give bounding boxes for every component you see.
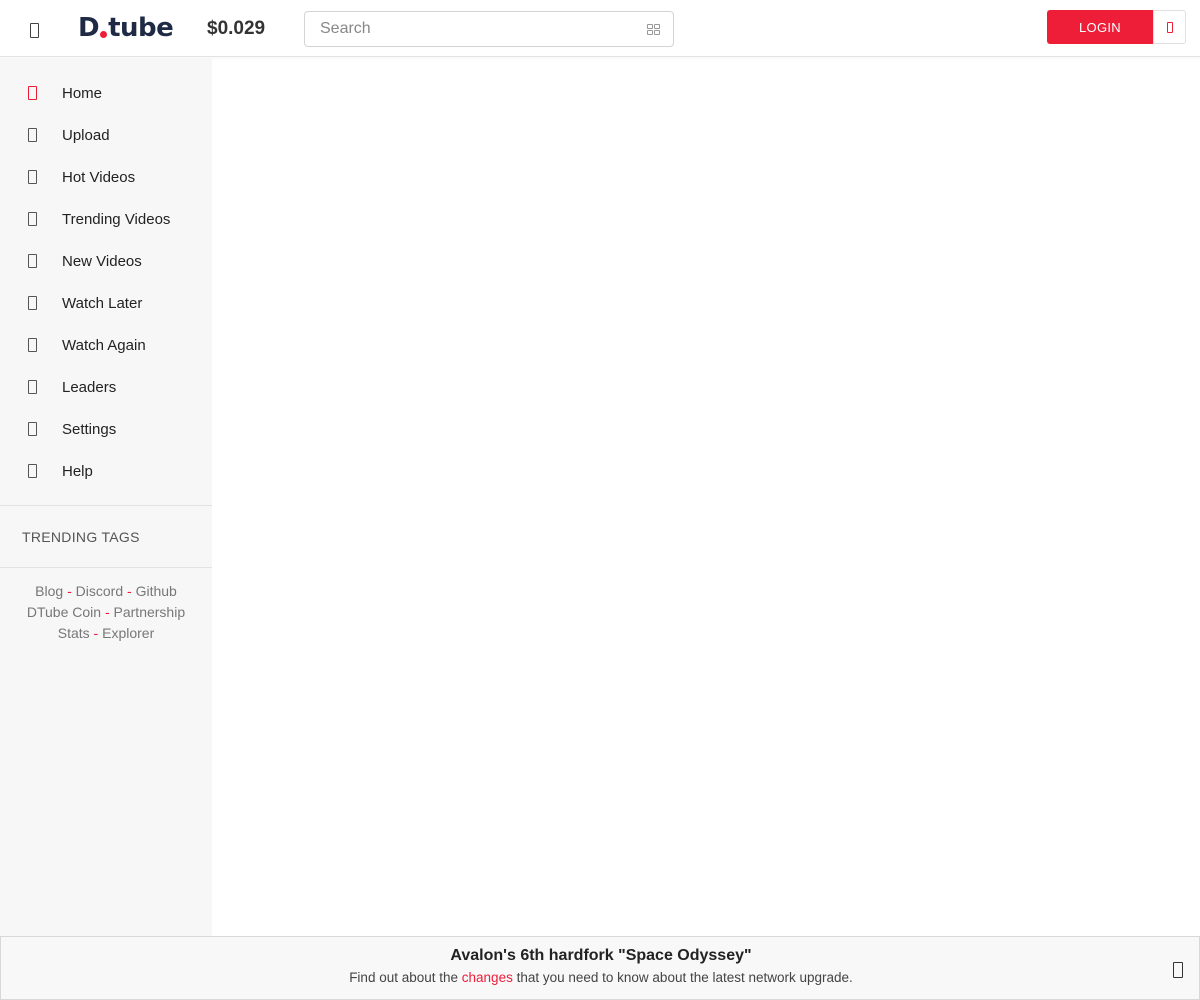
sidebar: Home Upload Hot Videos Trending Videos N…	[0, 58, 212, 936]
announcement-title: Avalon's 6th hardfork "Space Odyssey"	[450, 947, 752, 964]
link-separator: -	[127, 583, 132, 599]
search-input[interactable]	[305, 12, 625, 46]
logo-text: tube	[108, 13, 174, 43]
explorer-link[interactable]: Explorer	[102, 625, 154, 641]
partnership-link[interactable]: Partnership	[114, 604, 186, 620]
search-options-icon[interactable]	[647, 24, 660, 35]
announcement-text: Find out about the	[349, 970, 462, 985]
sidebar-item-label: Hot Videos	[62, 168, 136, 186]
home-icon	[0, 86, 62, 100]
sidebar-item-upload[interactable]: Upload	[0, 114, 212, 156]
discord-link[interactable]: Discord	[76, 583, 123, 599]
sidebar-item-trending-videos[interactable]: Trending Videos	[0, 198, 212, 240]
trophy-icon	[0, 380, 62, 394]
sidebar-item-label: Upload	[62, 126, 110, 144]
sidebar-item-label: Settings	[62, 420, 117, 438]
logo-dot	[100, 30, 108, 38]
trending-tags-heading: TRENDING TAGS	[22, 528, 140, 545]
new-icon	[0, 254, 62, 268]
sidebar-item-label: Trending Videos	[62, 210, 171, 228]
footer-links: Blog - Discord - Github DTube Coin - Par…	[0, 568, 212, 644]
announcement-body: Find out about the changes that you need…	[1, 970, 1200, 985]
close-icon[interactable]	[1171, 961, 1185, 979]
sidebar-item-settings[interactable]: Settings	[0, 408, 212, 450]
sidebar-item-watch-later[interactable]: Watch Later	[0, 282, 212, 324]
menu-toggle-icon[interactable]	[22, 18, 46, 42]
sidebar-item-label: Help	[62, 462, 93, 480]
link-separator: -	[93, 625, 99, 641]
sidebar-item-label: New Videos	[62, 252, 142, 270]
login-dropdown-icon[interactable]	[1153, 10, 1186, 44]
search-bar	[304, 11, 674, 47]
logo-letter: D	[78, 13, 100, 43]
sidebar-item-home[interactable]: Home	[0, 72, 212, 114]
sidebar-item-leaders[interactable]: Leaders	[0, 366, 212, 408]
gear-icon	[0, 422, 62, 436]
dtube-logo[interactable]: Dtube	[78, 13, 174, 43]
github-link[interactable]: Github	[136, 583, 177, 599]
sidebar-item-hot-videos[interactable]: Hot Videos	[0, 156, 212, 198]
link-separator: -	[104, 604, 110, 620]
announcement-text: that you need to know about the latest n…	[512, 970, 853, 985]
link-separator: -	[67, 583, 72, 599]
sidebar-item-label: Watch Again	[62, 336, 146, 354]
help-icon	[0, 464, 62, 478]
clock-icon	[0, 296, 62, 310]
sidebar-item-help[interactable]: Help	[0, 450, 212, 492]
login-button[interactable]: LOGIN	[1047, 10, 1153, 44]
announcement-banner: Avalon's 6th hardfork "Space Odyssey" Fi…	[0, 936, 1200, 1000]
top-header: Dtube $0.029 LOGIN	[0, 0, 1200, 57]
history-icon	[0, 338, 62, 352]
fire-icon	[0, 170, 62, 184]
sidebar-item-new-videos[interactable]: New Videos	[0, 240, 212, 282]
trending-icon	[0, 212, 62, 226]
coin-price: $0.029	[207, 18, 266, 39]
upload-icon	[0, 128, 62, 142]
blog-link[interactable]: Blog	[35, 583, 63, 599]
sidebar-item-label: Watch Later	[62, 294, 143, 312]
dtube-coin-link[interactable]: DTube Coin	[27, 604, 101, 620]
changes-link[interactable]: changes	[462, 970, 513, 985]
sidebar-menu: Home Upload Hot Videos Trending Videos N…	[0, 58, 212, 492]
sidebar-item-watch-again[interactable]: Watch Again	[0, 324, 212, 366]
sidebar-item-label: Home	[62, 84, 103, 102]
stats-link[interactable]: Stats	[58, 625, 90, 641]
sidebar-item-label: Leaders	[62, 378, 117, 396]
